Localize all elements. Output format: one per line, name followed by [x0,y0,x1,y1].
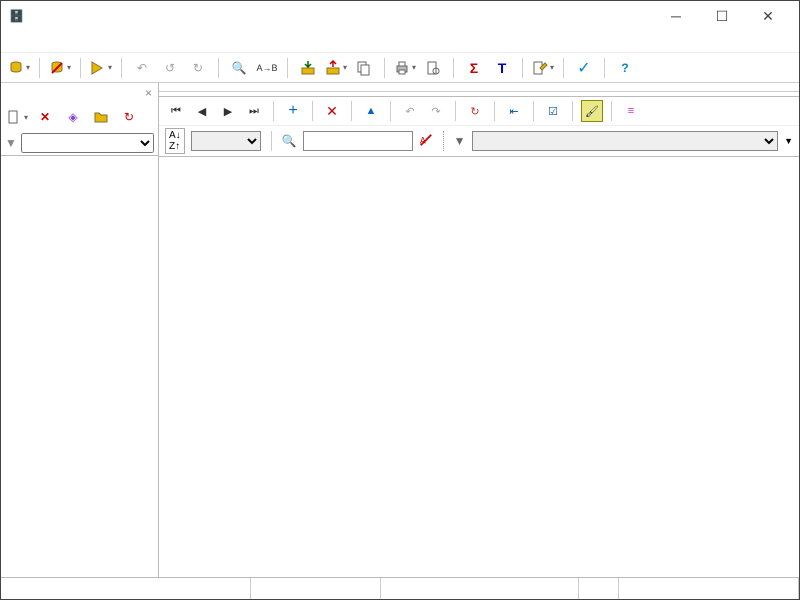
find-button[interactable]: 🔍 [227,56,251,80]
find-input[interactable] [303,131,413,151]
undo-button[interactable]: ↺ [158,56,182,80]
object-browser: × ✕ ◈ ↻ ▼ [1,83,159,577]
new-object-button[interactable] [5,105,29,129]
close-button[interactable]: ✕ [745,1,791,31]
find-icon[interactable]: 🔍 [282,134,297,148]
filter-icon[interactable]: ▼ [5,136,17,150]
status-object [619,578,799,599]
copy-button[interactable] [352,56,376,80]
sort-icon[interactable]: A↓Z↑ [165,128,185,154]
status-refresh[interactable] [251,578,381,599]
filter-select[interactable] [21,133,154,153]
nav-back-button[interactable]: ↶ [130,56,154,80]
print-button[interactable] [393,56,417,80]
delete-object-button[interactable]: ✕ [33,105,57,129]
sql-tabs-bar [159,83,799,91]
prev-record-button[interactable]: ◀ [191,100,213,122]
goto-button[interactable]: ⇤ [503,100,525,122]
text-button[interactable]: T [490,56,514,80]
status-mode [579,578,619,599]
help-button[interactable]: ? [613,56,637,80]
status-bar [1,577,799,599]
edit-record-button[interactable] [531,56,555,80]
sum-button[interactable]: Σ [462,56,486,80]
checklist-button[interactable]: ☑ [542,100,564,122]
format-button[interactable]: ≡ [620,100,642,122]
data-toolbar: ⏮ ◀ ▶ ⏭ + ✕ ▲ ↶ ↷ ↻ ⇤ ☑ 🖌 [159,96,799,126]
sort-field-select[interactable] [191,131,261,151]
db-connect-button[interactable] [7,56,31,80]
data-grid[interactable] [159,156,799,577]
refresh-button[interactable]: ↻ [117,105,141,129]
main-toolbar: ↶ ↺ ↻ 🔍 A→B Σ T ✓ ? [1,53,799,83]
filter-funnel-icon[interactable]: ▼ [454,134,466,148]
minimize-button[interactable]: ─ [653,1,699,31]
first-record-button[interactable]: ⏮ [165,100,187,122]
app-icon: 🗄️ [9,9,24,23]
commit-button[interactable]: ✓ [572,56,596,80]
filter-dropdown-icon[interactable]: ▼ [784,136,793,146]
search-bar: A↓Z↑ 🔍 A ▼ ▼ [159,126,799,156]
import-button[interactable] [296,56,320,80]
next-record-button[interactable]: ▶ [217,100,239,122]
insert-record-button[interactable]: + [282,100,304,122]
menubar [1,31,799,53]
maximize-button[interactable]: ☐ [699,1,745,31]
edit-button[interactable]: ▲ [360,100,382,122]
refresh-data-button[interactable]: ↻ [464,100,486,122]
replace-button[interactable]: A→B [255,56,279,80]
preview-button[interactable] [421,56,445,80]
filter-input[interactable] [472,131,779,151]
undo-edit-button[interactable]: ↶ [399,100,421,122]
status-hint [1,578,251,599]
titlebar: 🗄️ ─ ☐ ✕ [1,1,799,31]
redo-edit-button[interactable]: ↷ [425,100,447,122]
db-disconnect-button[interactable] [48,56,72,80]
delete-record-button[interactable]: ✕ [321,100,343,122]
export-button[interactable] [324,56,348,80]
execute-button[interactable] [89,56,113,80]
folder-button[interactable] [89,105,113,129]
last-record-button[interactable]: ⏭ [243,100,265,122]
object-browser-close-icon[interactable]: × [145,86,152,100]
cube-button[interactable]: ◈ [61,105,85,129]
highlight-button[interactable]: 🖌 [581,100,603,122]
object-list[interactable] [1,156,158,577]
clear-find-icon[interactable]: A [419,133,433,150]
redo-button[interactable]: ↻ [186,56,210,80]
